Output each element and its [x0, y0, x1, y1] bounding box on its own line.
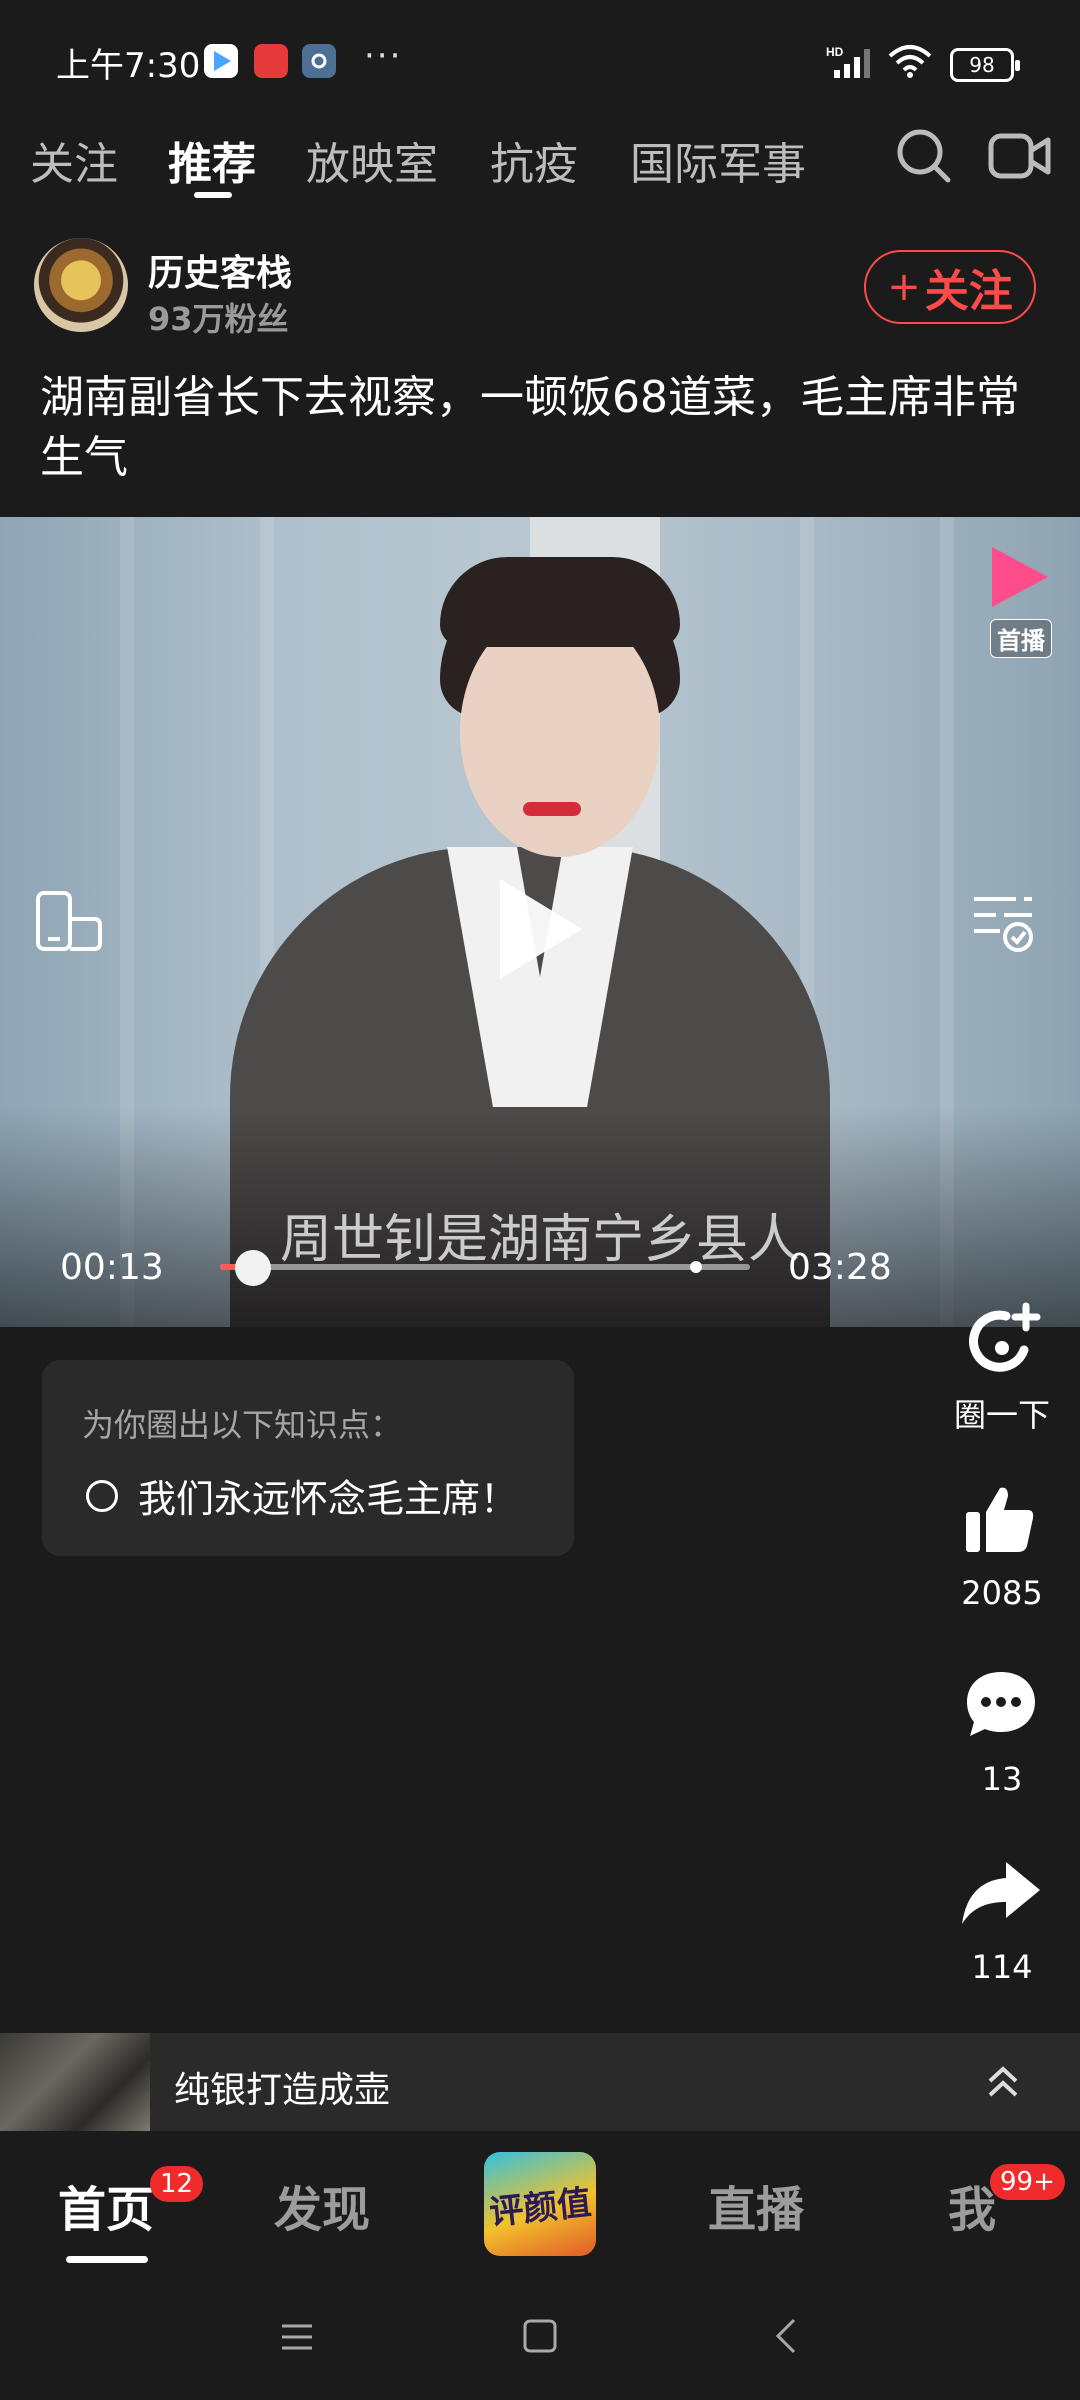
- play-icon[interactable]: [500, 879, 582, 979]
- app-notification-icon-2: [254, 44, 288, 78]
- nav-me[interactable]: 我: [948, 2170, 996, 2240]
- comment-icon[interactable]: [964, 1668, 1038, 1744]
- circle-icon: [86, 1479, 118, 1512]
- like-icon[interactable]: [964, 1484, 1036, 1558]
- active-nav-indicator: [66, 2256, 148, 2263]
- back-icon[interactable]: [772, 2316, 802, 2360]
- home-icon[interactable]: [522, 2318, 558, 2358]
- like-count: 2085: [961, 1574, 1043, 1612]
- ad-bar[interactable]: 纯银打造成壶: [0, 2033, 1080, 2131]
- home-badge: 12: [150, 2166, 204, 2202]
- tab-screening-room[interactable]: 放映室: [306, 128, 438, 192]
- settings-notification-icon: [302, 44, 336, 78]
- menu-icon[interactable]: [278, 2320, 316, 2358]
- double-chevron-up-icon[interactable]: [986, 2063, 1020, 2107]
- me-badge: 99+: [990, 2164, 1065, 2200]
- app-notification-icon: [204, 44, 238, 78]
- tab-international-military[interactable]: 国际军事: [630, 128, 806, 192]
- ad-thumbnail: [0, 2033, 150, 2131]
- wifi-icon: [886, 42, 934, 84]
- battery-indicator: 98: [950, 48, 1020, 82]
- knowledge-card[interactable]: 为你圈出以下知识点： 我们永远怀念毛主席！: [42, 1360, 574, 1556]
- video-camera-icon[interactable]: [988, 130, 1052, 186]
- tab-follow[interactable]: 关注: [30, 128, 118, 192]
- knowledge-header: 为你圈出以下知识点：: [82, 1406, 403, 1444]
- first-broadcast-logo-icon: [992, 547, 1048, 607]
- video-player[interactable]: 首播 周世钊是湖南宁乡县人 00:13 03:28: [0, 517, 1080, 1327]
- author-avatar[interactable]: [34, 238, 128, 332]
- first-broadcast-badge: 首播: [990, 619, 1052, 658]
- circle-add-icon[interactable]: [964, 1302, 1042, 1384]
- current-time: 00:13: [60, 1247, 164, 1288]
- rotate-screen-icon[interactable]: [34, 889, 104, 957]
- nav-home[interactable]: 首页: [58, 2170, 154, 2240]
- center-logo[interactable]: 评颜值: [484, 2152, 596, 2256]
- more-notifications-icon: ···: [364, 36, 403, 76]
- video-title: 湖南副省长下去视察，一顿饭68道菜，毛主席非常生气: [40, 372, 1020, 483]
- center-logo-text: 评颜值: [487, 2182, 594, 2233]
- total-time: 03:28: [788, 1247, 892, 1288]
- signal-icon: HD: [826, 44, 878, 84]
- follow-button[interactable]: + 关注: [864, 250, 1036, 324]
- comment-count: 13: [981, 1760, 1023, 1798]
- knowledge-item[interactable]: 我们永远怀念毛主席！: [86, 1468, 518, 1523]
- svg-text:HD: HD: [826, 45, 844, 59]
- author-name[interactable]: 历史客栈: [148, 244, 292, 296]
- status-time: 上午7:30: [56, 46, 201, 86]
- nav-live[interactable]: 直播: [708, 2170, 804, 2240]
- author-fans-count: 93万粉丝: [148, 300, 289, 338]
- progress-track[interactable]: [220, 1264, 750, 1270]
- circle-label: 圈一下: [953, 1396, 1050, 1434]
- plus-icon: +: [887, 264, 921, 310]
- share-count: 114: [971, 1948, 1033, 1986]
- nav-discover[interactable]: 发现: [274, 2170, 370, 2240]
- progress-marker: [690, 1261, 702, 1273]
- knowledge-item-label: 我们永远怀念毛主席！: [138, 1477, 519, 1521]
- share-icon[interactable]: [960, 1858, 1042, 1932]
- tab-anti-epidemic[interactable]: 抗疫: [490, 128, 578, 192]
- ad-text: 纯银打造成壶: [174, 2070, 391, 2111]
- follow-button-label: 关注: [924, 266, 1013, 317]
- playlist-icon[interactable]: [970, 889, 1036, 959]
- active-tab-indicator: [194, 192, 232, 198]
- tab-recommend[interactable]: 推荐: [168, 128, 256, 192]
- search-icon[interactable]: [894, 126, 954, 190]
